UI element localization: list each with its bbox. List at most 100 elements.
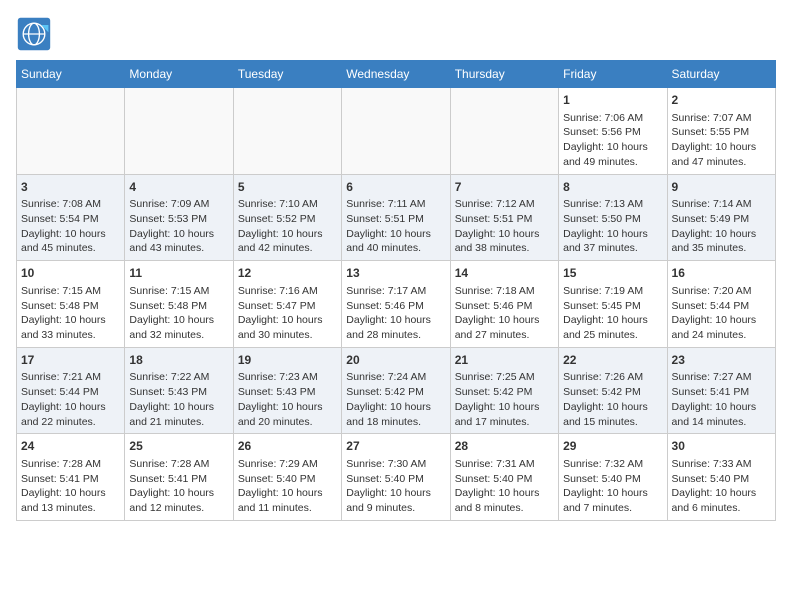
day-info: Sunrise: 7:29 AM Sunset: 5:40 PM Dayligh… <box>238 457 337 516</box>
day-info: Sunrise: 7:08 AM Sunset: 5:54 PM Dayligh… <box>21 197 120 256</box>
day-number: 25 <box>129 438 228 455</box>
day-number: 28 <box>455 438 554 455</box>
day-info: Sunrise: 7:19 AM Sunset: 5:45 PM Dayligh… <box>563 284 662 343</box>
day-info: Sunrise: 7:12 AM Sunset: 5:51 PM Dayligh… <box>455 197 554 256</box>
calendar-cell: 20Sunrise: 7:24 AM Sunset: 5:42 PM Dayli… <box>342 347 450 434</box>
day-info: Sunrise: 7:16 AM Sunset: 5:47 PM Dayligh… <box>238 284 337 343</box>
calendar-cell: 18Sunrise: 7:22 AM Sunset: 5:43 PM Dayli… <box>125 347 233 434</box>
calendar-cell: 15 Sunrise: 7:19 AM Sunset: 5:45 PM Dayli… <box>559 261 667 348</box>
calendar-table: SundayMondayTuesdayWednesdayThursdayFrid… <box>16 60 776 521</box>
day-number: 29 <box>563 438 662 455</box>
day-number: 26 <box>238 438 337 455</box>
day-number: 20 <box>346 352 445 369</box>
day-info: Sunrise: 7:07 AM Sunset: 5:55 PM Dayligh… <box>672 111 771 170</box>
day-number: 23 <box>672 352 771 369</box>
calendar-cell: 30 Sunrise: 7:33 AM Sunset: 5:40 PM Dayli… <box>667 434 775 521</box>
day-info: Sunrise: 7:33 AM Sunset: 5:40 PM Dayligh… <box>672 457 771 516</box>
day-header-friday: Friday <box>559 61 667 88</box>
calendar-cell: 26 Sunrise: 7:29 AM Sunset: 5:40 PM Dayli… <box>233 434 341 521</box>
calendar-cell: 3Sunrise: 7:08 AM Sunset: 5:54 PM Daylig… <box>17 174 125 261</box>
calendar-cell: 4Sunrise: 7:09 AM Sunset: 5:53 PM Daylig… <box>125 174 233 261</box>
day-info: Sunrise: 7:22 AM Sunset: 5:43 PM Dayligh… <box>129 370 228 429</box>
day-info: Sunrise: 7:06 AM Sunset: 5:56 PM Dayligh… <box>563 111 662 170</box>
day-info: Sunrise: 7:27 AM Sunset: 5:41 PM Dayligh… <box>672 370 771 429</box>
calendar-cell <box>125 88 233 175</box>
day-info: Sunrise: 7:32 AM Sunset: 5:40 PM Dayligh… <box>563 457 662 516</box>
calendar-cell: 14 Sunrise: 7:18 AM Sunset: 5:46 PM Dayli… <box>450 261 558 348</box>
day-info: Sunrise: 7:17 AM Sunset: 5:46 PM Dayligh… <box>346 284 445 343</box>
day-header-tuesday: Tuesday <box>233 61 341 88</box>
calendar-cell: 10 Sunrise: 7:15 AM Sunset: 5:48 PM Dayli… <box>17 261 125 348</box>
day-info: Sunrise: 7:28 AM Sunset: 5:41 PM Dayligh… <box>129 457 228 516</box>
day-info: Sunrise: 7:25 AM Sunset: 5:42 PM Dayligh… <box>455 370 554 429</box>
logo-icon <box>16 16 52 52</box>
day-number: 30 <box>672 438 771 455</box>
day-number: 3 <box>21 179 120 196</box>
calendar-cell: 25 Sunrise: 7:28 AM Sunset: 5:41 PM Dayli… <box>125 434 233 521</box>
day-header-thursday: Thursday <box>450 61 558 88</box>
day-number: 21 <box>455 352 554 369</box>
day-info: Sunrise: 7:23 AM Sunset: 5:43 PM Dayligh… <box>238 370 337 429</box>
day-number: 2 <box>672 92 771 109</box>
day-info: Sunrise: 7:15 AM Sunset: 5:48 PM Dayligh… <box>21 284 120 343</box>
calendar-cell: 19Sunrise: 7:23 AM Sunset: 5:43 PM Dayli… <box>233 347 341 434</box>
day-info: Sunrise: 7:18 AM Sunset: 5:46 PM Dayligh… <box>455 284 554 343</box>
calendar-cell: 8Sunrise: 7:13 AM Sunset: 5:50 PM Daylig… <box>559 174 667 261</box>
calendar-cell: 13 Sunrise: 7:17 AM Sunset: 5:46 PM Dayli… <box>342 261 450 348</box>
calendar-cell <box>450 88 558 175</box>
calendar-cell: 9Sunrise: 7:14 AM Sunset: 5:49 PM Daylig… <box>667 174 775 261</box>
logo <box>16 16 56 52</box>
calendar-cell: 16Sunrise: 7:20 AM Sunset: 5:44 PM Dayli… <box>667 261 775 348</box>
day-number: 8 <box>563 179 662 196</box>
calendar-cell: 5Sunrise: 7:10 AM Sunset: 5:52 PM Daylig… <box>233 174 341 261</box>
day-number: 14 <box>455 265 554 282</box>
calendar-cell: 22Sunrise: 7:26 AM Sunset: 5:42 PM Dayli… <box>559 347 667 434</box>
calendar-week-row: 3Sunrise: 7:08 AM Sunset: 5:54 PM Daylig… <box>17 174 776 261</box>
day-number: 7 <box>455 179 554 196</box>
day-info: Sunrise: 7:14 AM Sunset: 5:49 PM Dayligh… <box>672 197 771 256</box>
day-number: 1 <box>563 92 662 109</box>
day-number: 5 <box>238 179 337 196</box>
day-info: Sunrise: 7:26 AM Sunset: 5:42 PM Dayligh… <box>563 370 662 429</box>
day-info: Sunrise: 7:24 AM Sunset: 5:42 PM Dayligh… <box>346 370 445 429</box>
calendar-cell: 21Sunrise: 7:25 AM Sunset: 5:42 PM Dayli… <box>450 347 558 434</box>
day-header-monday: Monday <box>125 61 233 88</box>
day-number: 10 <box>21 265 120 282</box>
day-info: Sunrise: 7:10 AM Sunset: 5:52 PM Dayligh… <box>238 197 337 256</box>
calendar-cell: 17Sunrise: 7:21 AM Sunset: 5:44 PM Dayli… <box>17 347 125 434</box>
calendar-cell: 23Sunrise: 7:27 AM Sunset: 5:41 PM Dayli… <box>667 347 775 434</box>
day-number: 19 <box>238 352 337 369</box>
calendar-cell: 12Sunrise: 7:16 AM Sunset: 5:47 PM Dayli… <box>233 261 341 348</box>
calendar-cell <box>342 88 450 175</box>
calendar-cell: 2 Sunrise: 7:07 AM Sunset: 5:55 PM Daylig… <box>667 88 775 175</box>
day-number: 15 <box>563 265 662 282</box>
day-number: 18 <box>129 352 228 369</box>
day-info: Sunrise: 7:13 AM Sunset: 5:50 PM Dayligh… <box>563 197 662 256</box>
calendar-week-row: 24 Sunrise: 7:28 AM Sunset: 5:41 PM Dayli… <box>17 434 776 521</box>
day-number: 22 <box>563 352 662 369</box>
day-info: Sunrise: 7:11 AM Sunset: 5:51 PM Dayligh… <box>346 197 445 256</box>
day-number: 11 <box>129 265 228 282</box>
page-header <box>16 16 776 52</box>
day-header-saturday: Saturday <box>667 61 775 88</box>
calendar-cell: 11Sunrise: 7:15 AM Sunset: 5:48 PM Dayli… <box>125 261 233 348</box>
calendar-week-row: 10 Sunrise: 7:15 AM Sunset: 5:48 PM Dayli… <box>17 261 776 348</box>
day-info: Sunrise: 7:31 AM Sunset: 5:40 PM Dayligh… <box>455 457 554 516</box>
calendar-cell: 27 Sunrise: 7:30 AM Sunset: 5:40 PM Dayli… <box>342 434 450 521</box>
day-header-sunday: Sunday <box>17 61 125 88</box>
day-number: 6 <box>346 179 445 196</box>
calendar-cell: 24 Sunrise: 7:28 AM Sunset: 5:41 PM Dayli… <box>17 434 125 521</box>
day-info: Sunrise: 7:30 AM Sunset: 5:40 PM Dayligh… <box>346 457 445 516</box>
day-number: 9 <box>672 179 771 196</box>
calendar-cell: 1 Sunrise: 7:06 AM Sunset: 5:56 PM Daylig… <box>559 88 667 175</box>
day-number: 13 <box>346 265 445 282</box>
calendar-cell: 7Sunrise: 7:12 AM Sunset: 5:51 PM Daylig… <box>450 174 558 261</box>
day-info: Sunrise: 7:21 AM Sunset: 5:44 PM Dayligh… <box>21 370 120 429</box>
calendar-week-row: 1 Sunrise: 7:06 AM Sunset: 5:56 PM Daylig… <box>17 88 776 175</box>
day-number: 24 <box>21 438 120 455</box>
day-number: 16 <box>672 265 771 282</box>
day-number: 27 <box>346 438 445 455</box>
calendar-week-row: 17Sunrise: 7:21 AM Sunset: 5:44 PM Dayli… <box>17 347 776 434</box>
day-info: Sunrise: 7:28 AM Sunset: 5:41 PM Dayligh… <box>21 457 120 516</box>
calendar-cell: 28 Sunrise: 7:31 AM Sunset: 5:40 PM Dayli… <box>450 434 558 521</box>
